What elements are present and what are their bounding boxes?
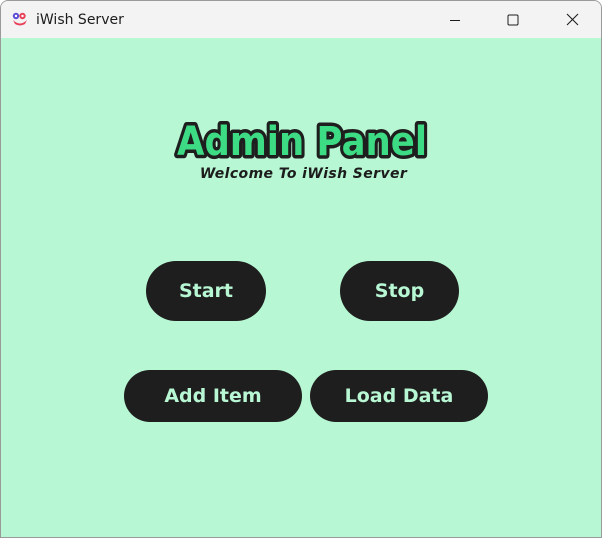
minimize-button[interactable] bbox=[432, 1, 478, 38]
maximize-icon bbox=[507, 14, 519, 25]
window-title: iWish Server bbox=[36, 12, 124, 28]
close-icon bbox=[566, 13, 578, 26]
admin-content: Admin Panel Admin Panel Welcome To iWish… bbox=[1, 38, 601, 537]
add-item-button[interactable]: Add Item bbox=[124, 370, 302, 422]
load-data-button[interactable]: Load Data bbox=[310, 370, 488, 422]
stop-button[interactable]: Stop bbox=[340, 261, 459, 321]
page-subtitle: Welcome To iWish Server bbox=[199, 166, 408, 182]
maximize-button[interactable] bbox=[490, 1, 536, 38]
close-button[interactable] bbox=[549, 1, 595, 38]
start-button[interactable]: Start bbox=[146, 261, 266, 321]
title-bar[interactable]: iWish Server bbox=[1, 1, 601, 38]
app-icon bbox=[11, 11, 29, 27]
minimize-icon bbox=[450, 19, 460, 21]
page-title-text: Admin Panel bbox=[177, 119, 427, 165]
page-title: Admin Panel Admin Panel bbox=[1, 116, 601, 169]
app-window: iWish Server Admin Panel Admin Panel Wel… bbox=[0, 0, 602, 538]
